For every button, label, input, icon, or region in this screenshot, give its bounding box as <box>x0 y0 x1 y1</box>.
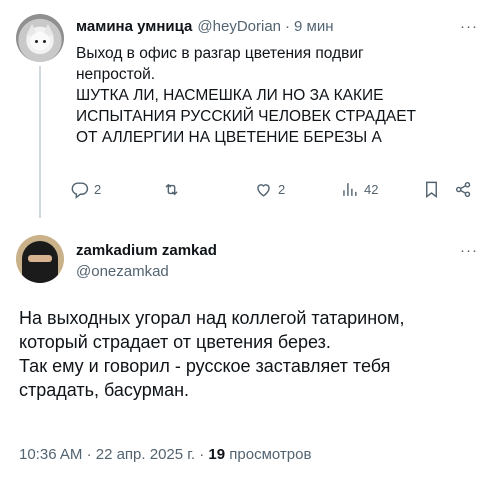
text-line: Так ему и говорил - русское заставляет т… <box>19 356 391 376</box>
author-name[interactable]: zamkadium zamkad <box>76 242 217 259</box>
tweet-date[interactable]: 22 апр. 2025 г. <box>96 446 195 463</box>
author-avatar[interactable] <box>16 14 64 62</box>
cat-eye <box>35 40 38 43</box>
text-line: ИСПЫТАНИЯ РУССКИЙ ЧЕЛОВЕК СТРАДАЕТ <box>76 108 417 125</box>
author-handle[interactable]: @heyDorian <box>197 18 281 35</box>
views-label: просмотров <box>229 446 312 463</box>
text-line: страдать, басурман. <box>19 380 190 400</box>
tweet-main[interactable]: zamkadium zamkad @onezamkad ··· На выход… <box>0 222 500 481</box>
cat-eye <box>43 40 46 43</box>
balaclava-figure <box>22 241 58 283</box>
text-line: который страдает от цветения берез. <box>19 332 331 352</box>
author-avatar[interactable] <box>16 235 64 283</box>
like-button[interactable]: 2 <box>254 180 285 199</box>
thread-line <box>39 66 41 218</box>
separator-dot: · <box>285 18 291 35</box>
tweet-timestamp[interactable]: 10:36 AM <box>19 446 82 463</box>
text-line: На выходных угорал над коллегой татарино… <box>19 308 405 328</box>
text-line: непростой. <box>76 66 156 83</box>
share-icon <box>455 181 471 198</box>
tweet-time[interactable]: 9 мин <box>294 18 334 35</box>
action-bar: 2 2 42 <box>70 180 486 210</box>
cat-face <box>30 32 50 50</box>
tweet-header: мамина умница @heyDorian · 9 мин <box>76 18 334 35</box>
separator-dot: · <box>86 446 92 463</box>
tweet-text: На выходных угорал над коллегой татарино… <box>19 306 489 402</box>
tweet-text: Выход в офис в разгар цветения подвиг не… <box>76 43 476 148</box>
views-chart-icon <box>343 183 357 196</box>
text-line: ОТ АЛЛЕРГИИ НА ЦВЕТЕНИЕ БЕРЕЗЫ А <box>76 129 382 146</box>
bookmark-icon <box>426 181 437 199</box>
tweet-metadata: 10:36 AM · 22 апр. 2025 г. · 19 просмотр… <box>19 446 311 463</box>
balaclava-eye-slit <box>28 255 52 262</box>
retweet-button[interactable] <box>162 180 181 199</box>
like-count: 2 <box>278 182 286 197</box>
views-count: 19 <box>208 446 226 463</box>
more-options-icon[interactable]: ··· <box>460 242 478 259</box>
reply-button[interactable]: 2 <box>70 180 101 199</box>
author-name[interactable]: мамина умница <box>76 18 192 35</box>
reply-icon <box>71 182 89 199</box>
share-button[interactable] <box>454 180 473 199</box>
views-count: 42 <box>364 182 379 197</box>
separator-dot: · <box>199 446 205 463</box>
author-handle[interactable]: @onezamkad <box>76 263 169 280</box>
retweet-icon <box>165 183 178 196</box>
heart-icon <box>257 184 270 197</box>
views-button[interactable]: 42 <box>340 180 378 199</box>
text-line: Выход в офис в разгар цветения подвиг <box>76 45 364 62</box>
reply-count: 2 <box>94 182 102 197</box>
text-line: ШУТКА ЛИ, НАСМЕШКА ЛИ НО ЗА КАКИЕ <box>76 87 384 104</box>
tweet-parent[interactable]: мамина умница @heyDorian · 9 мин ··· Вых… <box>0 0 500 222</box>
more-options-icon[interactable]: ··· <box>460 18 478 35</box>
bookmark-button[interactable] <box>422 180 441 199</box>
